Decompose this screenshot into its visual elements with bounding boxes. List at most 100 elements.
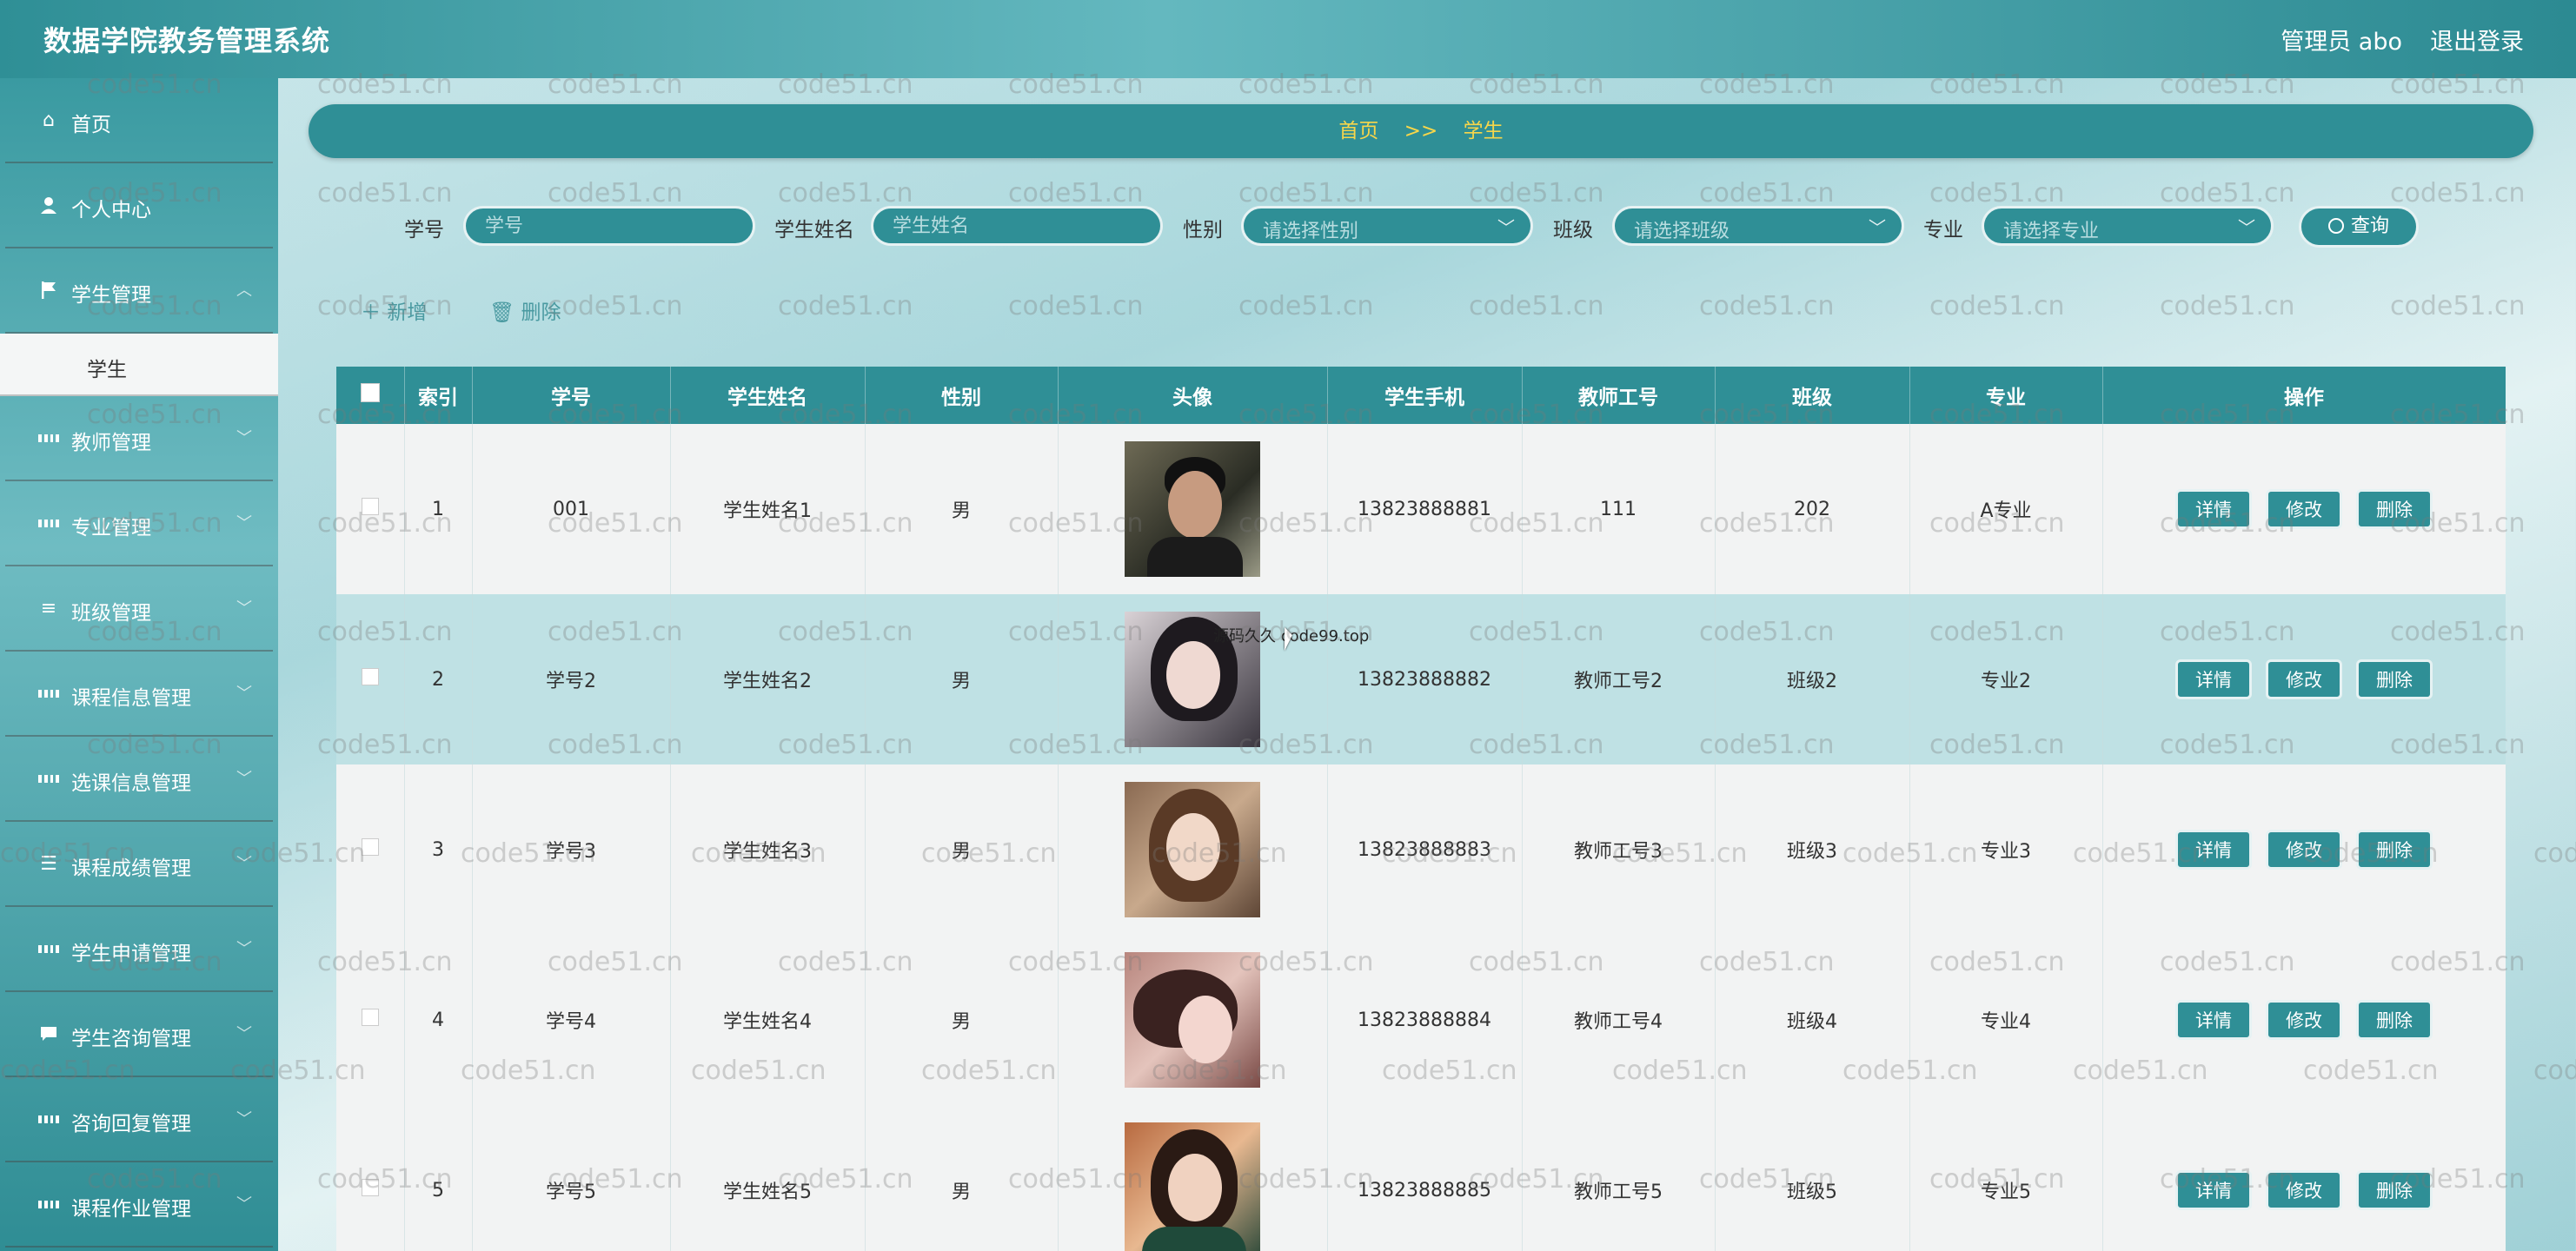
detail-button[interactable]: 详情 — [2175, 830, 2252, 870]
column-header: 专业 — [1909, 367, 2103, 424]
teacher-id-cell: 教师工号3 — [1522, 764, 1716, 935]
class-cell: 班级4 — [1715, 935, 1910, 1105]
sidebar-item-course-grades[interactable]: ☰ 课程成绩管理 ﹀ — [5, 822, 273, 907]
query-button-label: 查询 — [2350, 215, 2389, 237]
delete-button-label: 删除 — [521, 301, 561, 324]
major-select[interactable]: 请选择专业 ﹀ — [1982, 206, 2274, 246]
edit-button[interactable]: 修改 — [2266, 1000, 2342, 1040]
operations-cell: 详情 修改 删除 — [2102, 764, 2506, 935]
row-delete-button[interactable]: 删除 — [2356, 659, 2433, 699]
teacher-id-cell: 教师工号5 — [1522, 1105, 1716, 1251]
row-delete-button[interactable]: 删除 — [2356, 830, 2433, 870]
chat-icon — [38, 1023, 59, 1044]
row-select-cell — [336, 594, 405, 764]
gender-select[interactable]: 请选择性别 ﹀ — [1241, 206, 1533, 246]
sidebar-item-label: 课程作业管理 — [71, 1198, 191, 1221]
column-header: 班级 — [1715, 367, 1910, 424]
student-name-input[interactable] — [871, 206, 1163, 246]
sidebar-item-teacher-mgmt[interactable]: 教师管理 ﹀ — [5, 396, 273, 481]
edit-button[interactable]: 修改 — [2266, 1170, 2342, 1210]
chevron-up-icon: ︿ — [236, 281, 252, 300]
table-row: 5 学号5 学生姓名5 男 13823888885 教师工号5 班级5 专业5 … — [336, 1105, 2506, 1251]
sidebar: ⌂ 首页 个人中心 学生管理 ︿ 学生 教师管理 ﹀ 专业管理 ﹀ ≡ 班级管理… — [0, 78, 278, 1251]
row-delete-button[interactable]: 删除 — [2356, 1170, 2433, 1210]
class-select[interactable]: 请选择班级 ﹀ — [1612, 206, 1904, 246]
watermark-text: code51.cn — [2160, 291, 2295, 321]
sidebar-item-student-application[interactable]: 学生申请管理 ﹀ — [5, 907, 273, 992]
detail-button[interactable]: 详情 — [2175, 489, 2252, 529]
detail-button[interactable]: 详情 — [2175, 659, 2252, 699]
gender-cell: 男 — [865, 424, 1059, 594]
table-row: 2 学号2 学生姓名2 男 13823888882 教师工号2 班级2 专业2 … — [336, 594, 2506, 764]
sidebar-subitem-student[interactable]: 学生 — [0, 334, 278, 396]
sidebar-item-student-mgmt[interactable]: 学生管理 ︿ — [5, 248, 273, 334]
query-button[interactable]: 查询 — [2299, 206, 2419, 248]
avatar[interactable] — [1125, 782, 1260, 917]
breadcrumb: 首页 >> 学生 — [309, 104, 2533, 158]
edit-button[interactable]: 修改 — [2266, 489, 2342, 529]
class-cell: 班级3 — [1715, 764, 1910, 935]
select-all-checkbox[interactable] — [360, 383, 380, 402]
sidebar-item-student-consult[interactable]: 学生咨询管理 ﹀ — [5, 992, 273, 1077]
row-checkbox[interactable] — [361, 1009, 379, 1026]
major-select-placeholder: 请选择专业 — [2003, 221, 2100, 242]
gender-cell: 男 — [865, 1105, 1059, 1251]
major-label: 专业 — [1923, 219, 1963, 242]
table-row: 4 学号4 学生姓名4 男 13823888884 教师工号4 班级4 专业4 … — [336, 935, 2506, 1105]
phone-cell: 13823888884 — [1327, 935, 1523, 1105]
sidebar-item-course-homework[interactable]: 课程作业管理 ﹀ — [5, 1162, 273, 1248]
detail-button[interactable]: 详情 — [2175, 1170, 2252, 1210]
watermark-text: code51.cn — [1008, 291, 1144, 321]
avatar[interactable] — [1125, 952, 1260, 1088]
sidebar-item-consult-reply[interactable]: 咨询回复管理 ﹀ — [5, 1077, 273, 1162]
add-button[interactable]: ＋ 新增 — [361, 295, 427, 325]
avatar[interactable] — [1125, 441, 1260, 577]
column-header: 性别 — [865, 367, 1059, 424]
student-id-cell: 学号3 — [472, 764, 671, 935]
breadcrumb-home[interactable]: 首页 — [1338, 120, 1378, 142]
watermark-text: code51.cn — [2390, 291, 2526, 321]
watermark-text: code51.cn — [2533, 1056, 2576, 1086]
chevron-down-icon: ﹀ — [2238, 217, 2255, 238]
row-checkbox[interactable] — [361, 498, 379, 515]
gender-cell: 男 — [865, 764, 1059, 935]
grid-icon — [38, 427, 59, 448]
student-name-cell: 学生姓名4 — [670, 935, 866, 1105]
avatar[interactable] — [1125, 1122, 1260, 1251]
student-id-cell: 001 — [472, 424, 671, 594]
delete-button[interactable]: 🗑 删除 — [489, 295, 561, 325]
row-select-cell — [336, 424, 405, 594]
row-checkbox[interactable] — [361, 668, 379, 685]
row-checkbox[interactable] — [361, 838, 379, 856]
sidebar-item-home[interactable]: ⌂ 首页 — [5, 78, 273, 163]
sidebar-item-course-info[interactable]: 课程信息管理 ﹀ — [5, 652, 273, 737]
home-icon: ⌂ — [43, 109, 55, 131]
sidebar-item-class-mgmt[interactable]: ≡ 班级管理 ﹀ — [5, 566, 273, 652]
add-button-label: 新增 — [387, 301, 428, 324]
table-header-row: 索引 学号 学生姓名 性别 头像 学生手机 教师工号 班级 专业 操作 — [336, 367, 2506, 424]
sidebar-item-label: 选课信息管理 — [71, 772, 191, 795]
detail-button[interactable]: 详情 — [2175, 1000, 2252, 1040]
xuehao-label: 学号 — [404, 219, 444, 242]
gender-cell: 男 — [865, 935, 1059, 1105]
column-header: 教师工号 — [1522, 367, 1716, 424]
logout-link[interactable]: 退出登录 — [2430, 23, 2524, 56]
edit-button[interactable]: 修改 — [2266, 659, 2342, 699]
table-row: 1 001 学生姓名1 男 13823888881 111 202 A专业 详情… — [336, 424, 2506, 594]
sidebar-item-label: 课程信息管理 — [71, 687, 191, 710]
xuehao-input[interactable] — [463, 206, 755, 246]
row-checkbox[interactable] — [361, 1179, 379, 1196]
edit-button[interactable]: 修改 — [2266, 830, 2342, 870]
major-cell: 专业3 — [1909, 764, 2103, 935]
class-cell: 班级5 — [1715, 1105, 1910, 1251]
mouse-cursor-icon — [1285, 627, 1292, 651]
teacher-id-cell: 111 — [1522, 424, 1716, 594]
row-delete-button[interactable]: 删除 — [2356, 489, 2433, 529]
watermark-text: code51.cn — [1699, 291, 1835, 321]
sidebar-item-course-selection[interactable]: 选课信息管理 ﹀ — [5, 737, 273, 822]
watermark-text: code51.cn — [1469, 291, 1604, 321]
major-cell: 专业2 — [1909, 594, 2103, 764]
index-cell: 4 — [404, 935, 473, 1105]
row-delete-button[interactable]: 删除 — [2356, 1000, 2433, 1040]
sidebar-item-major-mgmt[interactable]: 专业管理 ﹀ — [5, 481, 273, 566]
